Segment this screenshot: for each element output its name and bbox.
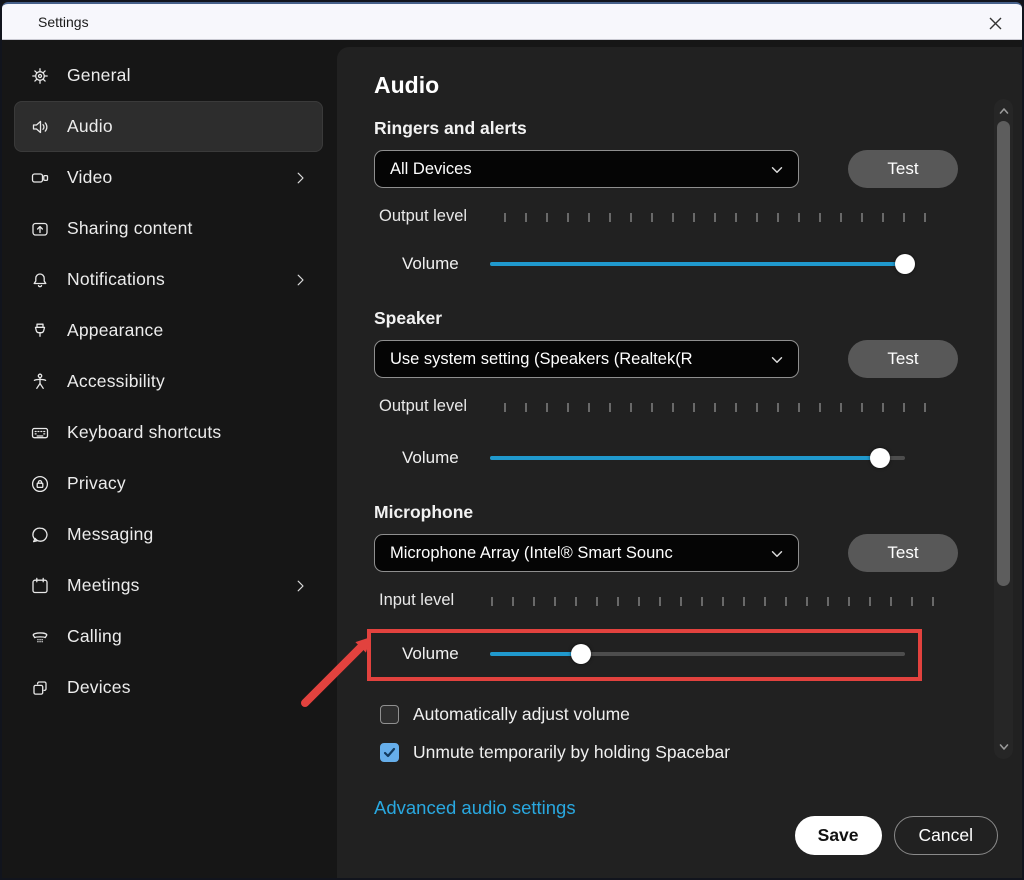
sidebar-item-audio[interactable]: Audio: [14, 101, 323, 152]
sidebar-item-label: Devices: [67, 677, 131, 698]
dropdown-value: All Devices: [390, 160, 472, 179]
speaker-icon: [30, 117, 50, 137]
chevron-right-icon: [293, 578, 309, 594]
unmute-spacebar-checkbox[interactable]: [380, 743, 399, 762]
slider-thumb[interactable]: [571, 644, 591, 664]
output-level-label: Output level: [379, 397, 467, 416]
scrollbar-thumb[interactable]: [997, 121, 1010, 586]
microphone-test-button[interactable]: Test: [848, 534, 958, 572]
ringers-volume-slider[interactable]: [490, 254, 905, 274]
ringers-device-dropdown[interactable]: All Devices: [374, 150, 799, 188]
sidebar-item-label: Keyboard shortcuts: [67, 422, 221, 443]
chat-bubble-icon: [30, 525, 50, 545]
chevron-down-icon: [768, 351, 786, 369]
slider-thumb[interactable]: [895, 254, 915, 274]
accessibility-person-icon: [30, 372, 50, 392]
chevron-right-icon: [293, 170, 309, 186]
volume-label: Volume: [402, 448, 464, 468]
microphone-device-dropdown[interactable]: Microphone Array (Intel® Smart Sounc: [374, 534, 799, 572]
video-camera-icon: [30, 168, 50, 188]
close-icon: [988, 16, 1003, 31]
output-level-meter: [485, 213, 944, 222]
sidebar-item-label: Calling: [67, 626, 122, 647]
section-heading: Speaker: [374, 306, 958, 330]
sidebar-item-notifications[interactable]: Notifications: [14, 254, 323, 305]
gear-icon: [30, 66, 50, 86]
sidebar-item-video[interactable]: Video: [14, 152, 323, 203]
sidebar-item-label: Notifications: [67, 269, 165, 290]
chevron-right-icon: [293, 272, 309, 288]
page-title: Audio: [374, 70, 958, 100]
chevron-down-icon: [768, 161, 786, 179]
auto-adjust-volume-row: Automatically adjust volume: [374, 702, 958, 726]
sidebar-item-appearance[interactable]: Appearance: [14, 305, 323, 356]
unmute-spacebar-row: Unmute temporarily by holding Spacebar: [374, 740, 958, 764]
checkbox-label: Unmute temporarily by holding Spacebar: [413, 742, 730, 763]
sidebar-item-devices[interactable]: Devices: [14, 662, 323, 713]
volume-label: Volume: [402, 254, 464, 274]
chevron-up-icon: [998, 105, 1010, 117]
save-button[interactable]: Save: [795, 816, 882, 855]
sidebar-item-accessibility[interactable]: Accessibility: [14, 356, 323, 407]
sidebar-item-label: Sharing content: [67, 218, 193, 239]
settings-window: Settings General Audio Video Sharing conten…: [0, 0, 1024, 880]
sidebar-item-label: Video: [67, 167, 112, 188]
scroll-down-button[interactable]: [994, 738, 1013, 756]
share-screen-icon: [30, 219, 50, 239]
dropdown-value: Use system setting (Speakers (Realtek(R: [390, 350, 693, 369]
microphone-section: Microphone Microphone Array (Intel® Smar…: [374, 500, 958, 669]
input-level-meter: [472, 597, 944, 606]
speaker-device-dropdown[interactable]: Use system setting (Speakers (Realtek(R: [374, 340, 799, 378]
devices-icon: [30, 678, 50, 698]
sidebar-item-label: Accessibility: [67, 371, 165, 392]
output-level-meter: [485, 403, 944, 412]
calendar-icon: [30, 576, 50, 596]
sidebar-item-sharing-content[interactable]: Sharing content: [14, 203, 323, 254]
sidebar-item-label: Meetings: [67, 575, 140, 596]
ringers-test-button[interactable]: Test: [848, 150, 958, 188]
sidebar-item-label: General: [67, 65, 131, 86]
chevron-down-icon: [998, 741, 1010, 753]
chevron-down-icon: [768, 545, 786, 563]
auto-adjust-volume-checkbox[interactable]: [380, 705, 399, 724]
close-button[interactable]: [980, 8, 1010, 38]
cancel-button[interactable]: Cancel: [894, 816, 998, 855]
sidebar-item-label: Audio: [67, 116, 113, 137]
dropdown-value: Microphone Array (Intel® Smart Sounc: [390, 544, 673, 563]
sidebar-item-label: Privacy: [67, 473, 126, 494]
sidebar-item-messaging[interactable]: Messaging: [14, 509, 323, 560]
slider-thumb[interactable]: [870, 448, 890, 468]
microphone-volume-slider[interactable]: [490, 644, 905, 664]
section-heading: Ringers and alerts: [374, 116, 958, 140]
advanced-audio-settings-link[interactable]: Advanced audio settings: [374, 797, 576, 819]
scroll-up-button[interactable]: [994, 102, 1013, 120]
output-level-label: Output level: [379, 207, 467, 226]
sidebar-item-general[interactable]: General: [14, 50, 323, 101]
section-heading: Microphone: [374, 500, 958, 524]
ringers-section: Ringers and alerts All Devices Test Outp…: [374, 116, 958, 279]
sidebar-item-calling[interactable]: Calling: [14, 611, 323, 662]
volume-label: Volume: [402, 644, 464, 664]
phone-icon: [30, 627, 50, 647]
sidebar-item-meetings[interactable]: Meetings: [14, 560, 323, 611]
paintbrush-icon: [30, 321, 50, 341]
window-titlebar: Settings: [2, 2, 1022, 40]
speaker-volume-slider[interactable]: [490, 448, 905, 468]
settings-sidebar: General Audio Video Sharing content Notifica…: [2, 42, 337, 878]
input-level-label: Input level: [379, 591, 454, 610]
check-icon: [383, 746, 396, 759]
speaker-test-button[interactable]: Test: [848, 340, 958, 378]
bell-icon: [30, 270, 50, 290]
privacy-lock-icon: [30, 474, 50, 494]
keyboard-icon: [30, 423, 50, 443]
speaker-section: Speaker Use system setting (Speakers (Re…: [374, 306, 958, 473]
sidebar-item-keyboard-shortcuts[interactable]: Keyboard shortcuts: [14, 407, 323, 458]
scrollbar[interactable]: [994, 99, 1013, 759]
checkbox-label: Automatically adjust volume: [413, 704, 630, 725]
sidebar-item-label: Messaging: [67, 524, 153, 545]
sidebar-item-privacy[interactable]: Privacy: [14, 458, 323, 509]
sidebar-item-label: Appearance: [67, 320, 163, 341]
audio-settings-panel: Audio Ringers and alerts All Devices Tes…: [337, 47, 1022, 878]
window-title: Settings: [38, 14, 89, 30]
